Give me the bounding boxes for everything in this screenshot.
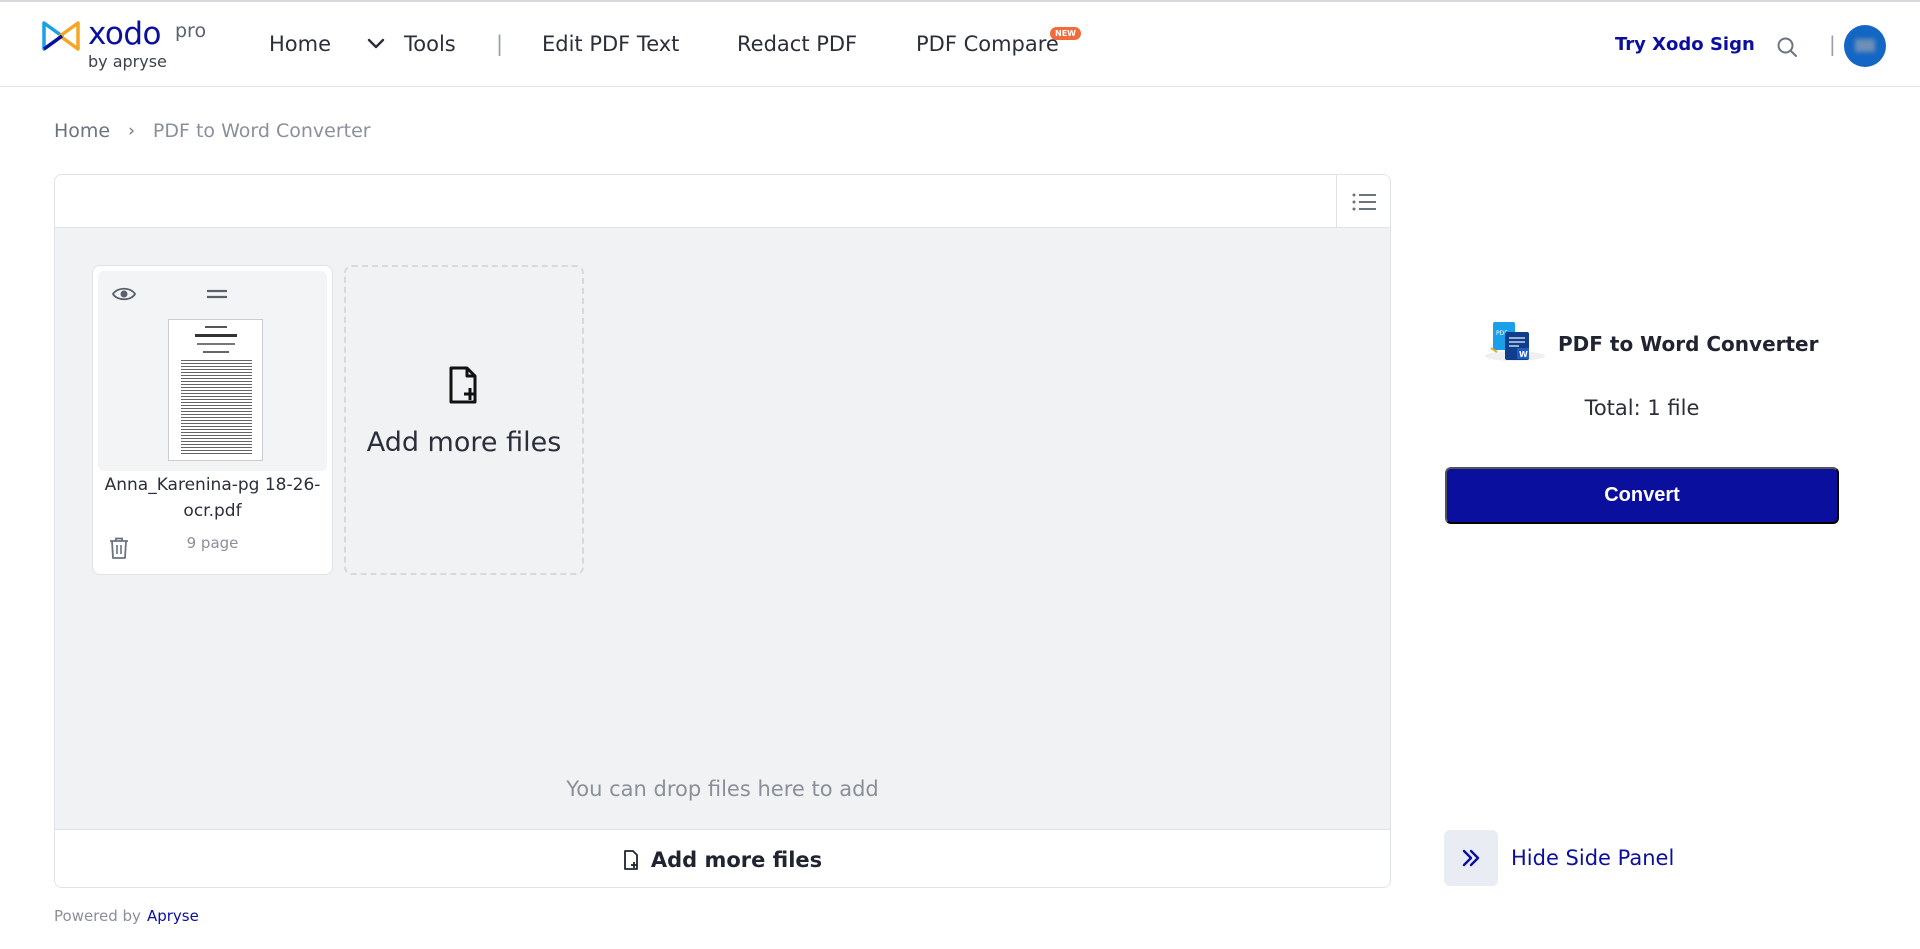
- pdf-to-word-icon: PDF W: [1485, 322, 1545, 361]
- convert-button[interactable]: Convert: [1445, 467, 1839, 524]
- eye-icon[interactable]: [112, 285, 136, 303]
- workspace-toolbar: [55, 175, 1390, 228]
- breadcrumb: Home › PDF to Word Converter: [54, 120, 371, 142]
- tool-title: PDF to Word Converter: [1558, 332, 1819, 356]
- nav-pdf-compare[interactable]: PDF Compare: [916, 32, 1059, 56]
- nav-tools[interactable]: Tools: [366, 32, 456, 56]
- breadcrumb-current: PDF to Word Converter: [152, 120, 371, 142]
- add-more-files-card-label: Add more files: [366, 427, 562, 458]
- apryse-link[interactable]: Apryse: [147, 907, 199, 925]
- nav-tools-label: Tools: [404, 32, 456, 56]
- hide-side-panel-link[interactable]: Hide Side Panel: [1511, 846, 1674, 870]
- nav-divider: |: [496, 32, 504, 56]
- powered-by-label: Powered by: [54, 907, 141, 925]
- file-thumbnail-area: [98, 271, 327, 471]
- breadcrumb-separator: ›: [128, 121, 135, 141]
- hide-side-panel-button[interactable]: [1444, 830, 1498, 886]
- user-avatar[interactable]: [1844, 25, 1886, 67]
- file-name: Anna_Karenina-pg 18-26-ocr.pdf: [104, 475, 321, 521]
- add-more-files-button[interactable]: Add more files: [55, 829, 1390, 887]
- search-icon[interactable]: [1776, 36, 1798, 58]
- file-add-icon: [623, 849, 638, 870]
- logo-wordmark: xodo: [88, 16, 162, 52]
- chevron-down-icon: [367, 38, 385, 49]
- file-add-icon: [449, 366, 477, 404]
- xodo-logo[interactable]: xodo pro by apryse: [42, 16, 217, 74]
- double-chevron-right-icon: [1462, 849, 1480, 867]
- top-header: xodo pro by apryse Home Tools | Edit PDF…: [0, 0, 1920, 87]
- powered-by: Powered by Apryse: [54, 907, 199, 925]
- logo-byline: by apryse: [88, 52, 167, 71]
- file-card[interactable]: Anna_Karenina-pg 18-26-ocr.pdf 9 page: [92, 265, 333, 575]
- svg-text:W: W: [1519, 350, 1528, 359]
- logo-pro-tag: pro: [175, 20, 207, 42]
- nav-edit-pdf-text[interactable]: Edit PDF Text: [542, 32, 679, 56]
- total-files: Total: 1 file: [1584, 396, 1700, 420]
- drag-handle-icon[interactable]: [206, 289, 228, 299]
- new-badge: NEW: [1050, 27, 1081, 40]
- list-view-button[interactable]: [1336, 175, 1390, 228]
- breadcrumb-home[interactable]: Home: [54, 120, 110, 142]
- xodo-logo-icon: [42, 21, 80, 51]
- try-xodo-sign-link[interactable]: Try Xodo Sign: [1615, 34, 1755, 55]
- file-page-count: 9 page: [186, 534, 239, 552]
- header-divider: |: [1829, 32, 1836, 56]
- pdf-page-thumbnail: [168, 319, 263, 461]
- list-view-icon: [1352, 193, 1376, 210]
- nav-home[interactable]: Home: [269, 32, 331, 56]
- drop-hint: You can drop files here to add: [566, 777, 879, 801]
- add-more-files-label: Add more files: [650, 847, 823, 872]
- nav-redact-pdf[interactable]: Redact PDF: [737, 32, 857, 56]
- add-more-files-card[interactable]: Add more files: [344, 265, 584, 575]
